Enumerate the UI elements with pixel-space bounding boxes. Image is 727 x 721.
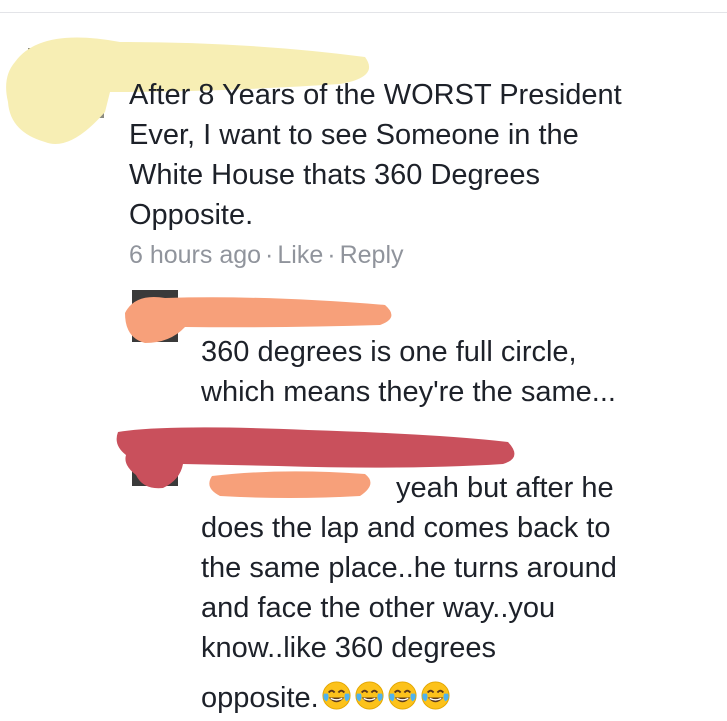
comment-line: After 8 Years of the WORST President	[129, 79, 622, 111]
comment-line: and face the other way..you	[201, 592, 556, 624]
comment-line: Ever, I want to see Someone in the	[129, 119, 579, 151]
comment-line: yeah but after he	[396, 472, 614, 504]
comment-line: the same place..he turns around	[201, 552, 617, 584]
separator: ·	[265, 241, 274, 269]
comment-line: know..like 360 degrees	[201, 632, 497, 664]
comment-meta: 6 hours ago · Like · Reply	[129, 241, 719, 270]
last-line-text: opposite.	[201, 682, 319, 714]
reply-1-text: 360 degrees is one full circle, which me…	[201, 332, 721, 412]
comment-line: 360 degrees is one full circle,	[201, 336, 577, 368]
comment-line: does the lap and comes back to	[201, 512, 611, 544]
reply-1: 360 degrees is one full circle, which me…	[201, 332, 721, 412]
reply-2-text: yeah but after he does the lap and comes…	[201, 468, 721, 718]
main-comment: After 8 Years of the WORST President Eve…	[129, 75, 719, 270]
separator: ·	[327, 241, 336, 269]
face-with-tears-of-joy-icon	[388, 681, 417, 710]
comment-line: Opposite.	[129, 199, 254, 231]
top-divider	[0, 12, 727, 13]
main-comment-text: After 8 Years of the WORST President Eve…	[129, 75, 719, 235]
face-with-tears-of-joy-icon	[421, 681, 450, 710]
face-with-tears-of-joy-icon	[355, 681, 384, 710]
comment-line: opposite.	[201, 678, 721, 718]
comment-line: which means they're the same...	[201, 376, 616, 408]
emoji-row	[319, 681, 451, 714]
reply-2: yeah but after he does the lap and comes…	[201, 468, 721, 718]
face-with-tears-of-joy-icon	[322, 681, 351, 710]
comment-line: White House thats 360 Degrees	[129, 159, 541, 191]
like-link[interactable]: Like	[277, 241, 323, 269]
timestamp: 6 hours ago	[129, 241, 262, 269]
reply-link[interactable]: Reply	[340, 241, 404, 269]
